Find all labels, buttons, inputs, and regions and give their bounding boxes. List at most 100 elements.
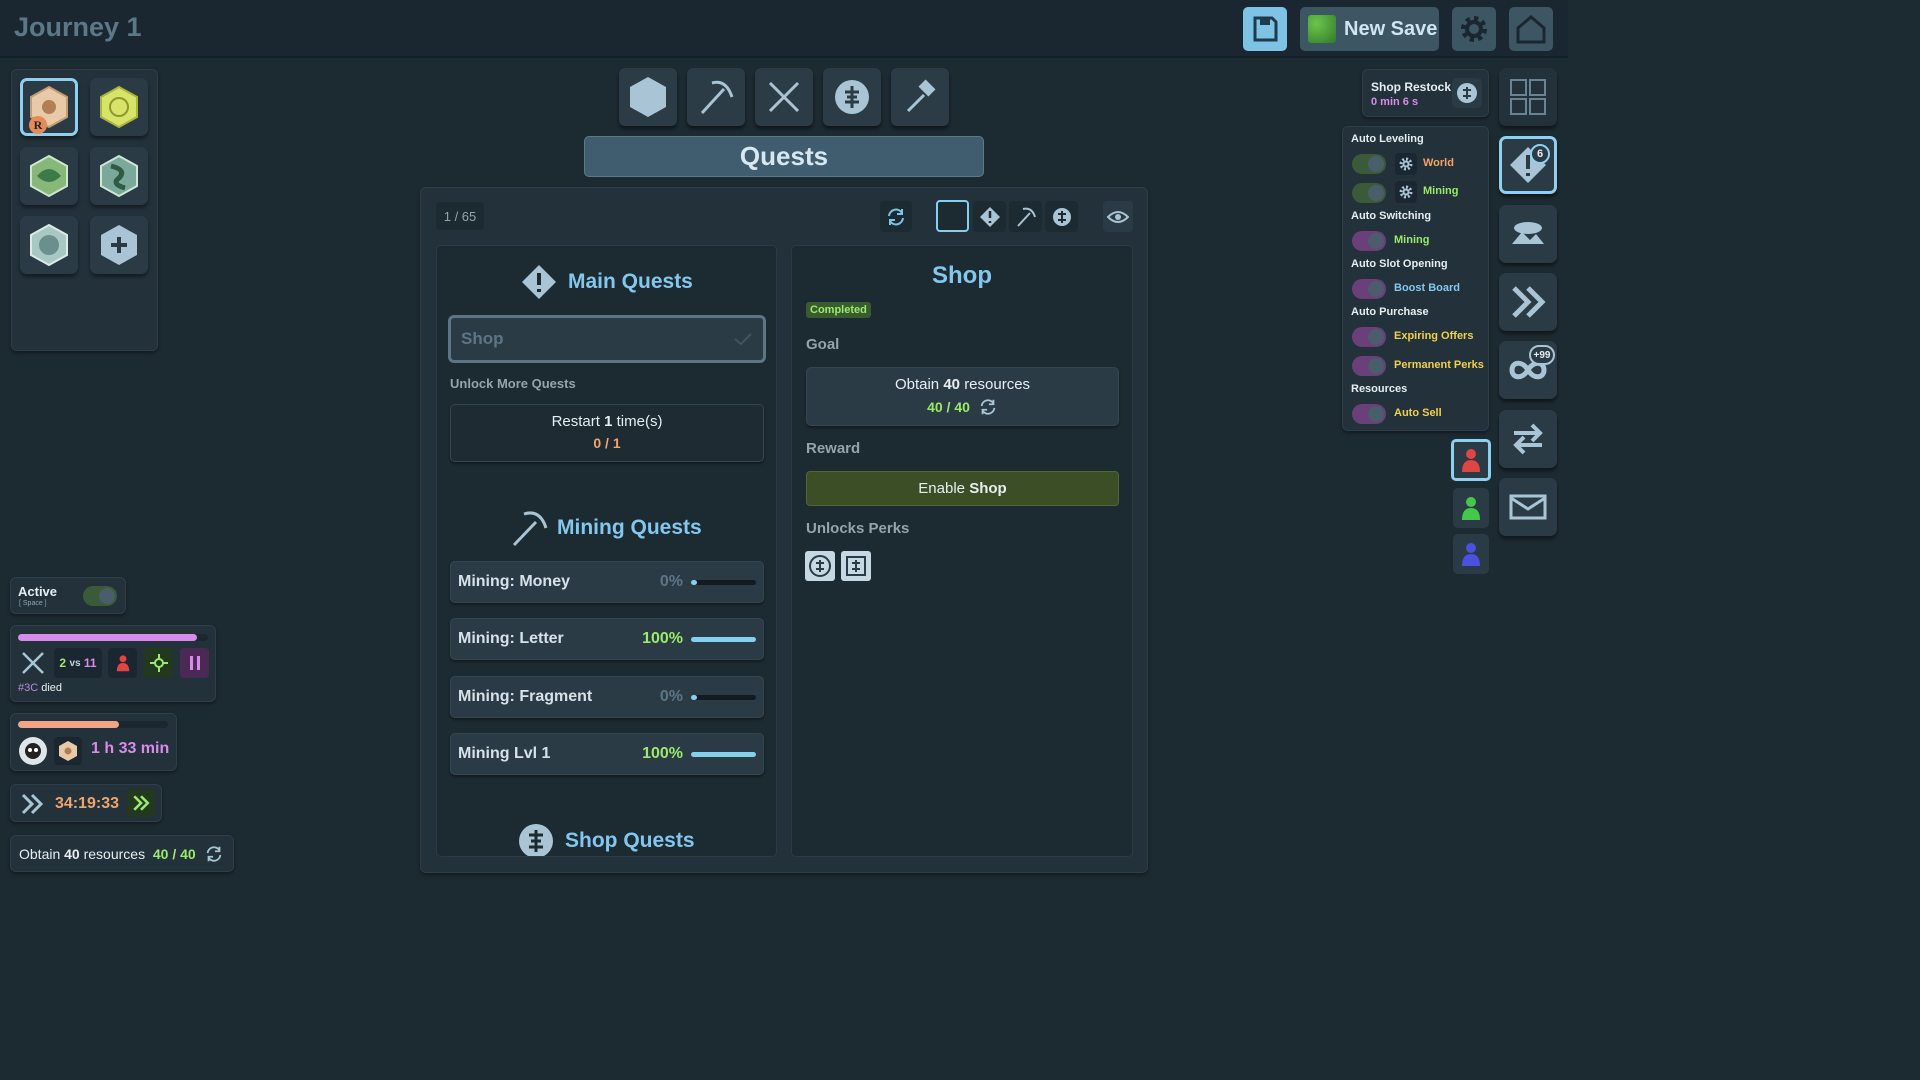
shop-box-icon	[846, 556, 866, 576]
mining-quest-label: Mining Lvl 1	[458, 745, 551, 762]
toggle-expiring-offers[interactable]	[1352, 327, 1386, 347]
gear-icon	[1399, 185, 1413, 199]
creature-icon	[19, 737, 47, 765]
refresh-icon	[206, 845, 221, 862]
add-world-button[interactable]	[90, 216, 148, 274]
toggle-auto-level-world[interactable]	[1352, 154, 1386, 174]
grid-icon	[1510, 79, 1546, 115]
refresh-icon	[888, 208, 904, 225]
world-slot-1[interactable]: R	[20, 78, 78, 136]
fast-forward-button[interactable]	[1499, 273, 1557, 331]
mining-quest-percent: 100%	[642, 745, 683, 762]
toggle-auto-sell[interactable]	[1352, 404, 1386, 424]
world-slot-3[interactable]	[20, 147, 78, 205]
mining-quest-percent: 100%	[642, 630, 683, 647]
mining-quest-percent: 0%	[659, 688, 683, 705]
landscape-button[interactable]	[1499, 205, 1557, 263]
tab-crafting[interactable]	[891, 68, 949, 126]
world-map-icon	[30, 223, 68, 267]
rank-badge: R	[29, 116, 47, 134]
toggle-auto-level-mining[interactable]	[1352, 183, 1386, 203]
tab-mining[interactable]	[687, 68, 745, 126]
shop-coin-icon	[809, 555, 831, 577]
goal-label: Goal	[806, 336, 840, 353]
timer-progress-bar	[18, 721, 168, 728]
filter-shop[interactable]	[1045, 201, 1078, 232]
filter-main[interactable]	[973, 201, 1006, 232]
filter-mining[interactable]	[1009, 201, 1042, 232]
mining-settings-button[interactable]	[1395, 181, 1417, 203]
auto-leveling-heading: Auto Leveling	[1351, 133, 1424, 145]
filter-all[interactable]	[936, 200, 969, 232]
double-chevron-icon	[1512, 286, 1546, 318]
boost-icon	[19, 791, 45, 817]
toggle-boost-board[interactable]	[1352, 279, 1386, 299]
timer-panel: 1 h 33 min	[10, 713, 177, 771]
auto-level-world-label: World	[1423, 157, 1454, 169]
restock-shop-button[interactable]	[1452, 78, 1482, 108]
battle-character[interactable]	[108, 648, 137, 678]
world-mini-icon	[54, 737, 82, 765]
shop-restock: Shop Restock 0 min 6 s	[1362, 69, 1489, 117]
restart-requirement: Restart 1 time(s) 0 / 1	[450, 404, 764, 462]
mining-quest-item[interactable]: Mining Lvl 1 100%	[450, 733, 764, 775]
boost-button[interactable]	[127, 789, 155, 817]
mining-quest-item[interactable]: Mining: Fragment 0%	[450, 676, 764, 718]
visibility-toggle[interactable]	[1103, 201, 1133, 232]
character-blue[interactable]	[1453, 534, 1489, 574]
mail-button[interactable]	[1499, 478, 1557, 536]
active-label: Active	[18, 584, 58, 599]
infinity-button[interactable]: +99	[1499, 341, 1557, 399]
battle-button[interactable]	[18, 648, 48, 678]
auto-level-mining-label: Mining	[1423, 185, 1459, 197]
restart-text: Restart 1 time(s)	[551, 413, 663, 430]
active-hint: [ Space ]	[19, 600, 47, 607]
swap-button[interactable]	[1499, 410, 1557, 468]
grid-view-button[interactable]	[1499, 68, 1557, 126]
countdown-panel: 34:19:33	[10, 784, 162, 822]
home-icon	[1516, 15, 1546, 44]
tab-hexagon[interactable]	[619, 68, 677, 126]
mining-quest-percent: 0%	[659, 573, 683, 590]
world-settings-button[interactable]	[1395, 153, 1417, 175]
tab-battle[interactable]	[755, 68, 813, 126]
character-green[interactable]	[1453, 488, 1489, 528]
countdown-timer: 34:19:33	[55, 795, 120, 812]
world-slot-5[interactable]	[20, 216, 78, 274]
resources-heading: Resources	[1351, 383, 1408, 395]
world-slot-2[interactable]	[90, 78, 148, 136]
refresh-button[interactable]	[880, 201, 912, 232]
toggle-permanent-perks[interactable]	[1352, 356, 1386, 376]
character-red[interactable]	[1451, 439, 1491, 481]
restart-progress: 0 / 1	[593, 435, 621, 451]
battle-log: #3C died	[18, 682, 63, 694]
save-button[interactable]	[1243, 7, 1287, 51]
auto-slot-heading: Auto Slot Opening	[1351, 258, 1448, 270]
battle-progress-bar	[18, 634, 208, 641]
goal-progress: 40 / 40	[927, 399, 970, 415]
mining-quest-progress-bar	[691, 752, 756, 757]
auto-purchase-heading: Auto Purchase	[1351, 306, 1429, 318]
toggle-auto-switch-mining[interactable]	[1352, 231, 1386, 251]
perk-shop-coin[interactable]	[805, 551, 835, 581]
settings-button[interactable]	[1452, 7, 1496, 51]
home-button[interactable]	[1509, 7, 1553, 51]
new-save-button[interactable]: New Save	[1300, 7, 1439, 51]
crossed-swords-icon	[22, 652, 44, 674]
gear-icon	[1461, 16, 1487, 42]
target-button[interactable]	[144, 648, 173, 678]
person-icon	[1462, 543, 1480, 566]
mining-quest-item[interactable]: Mining: Money 0%	[450, 561, 764, 603]
eye-icon	[1107, 210, 1129, 223]
pause-button[interactable]	[180, 648, 209, 678]
quests-button[interactable]: 6	[1499, 136, 1557, 194]
perk-shop-box[interactable]	[841, 551, 871, 581]
tab-shop[interactable]	[823, 68, 881, 126]
active-toggle-panel: Active [ Space ]	[10, 577, 126, 614]
shop-coin-icon	[835, 80, 869, 114]
active-toggle[interactable]	[83, 586, 117, 606]
world-slot-4[interactable]	[90, 147, 148, 205]
quest-item-shop[interactable]: Shop	[448, 315, 766, 363]
section-title-bar: Quests	[584, 136, 984, 177]
mining-quest-item[interactable]: Mining: Letter 100%	[450, 618, 764, 660]
